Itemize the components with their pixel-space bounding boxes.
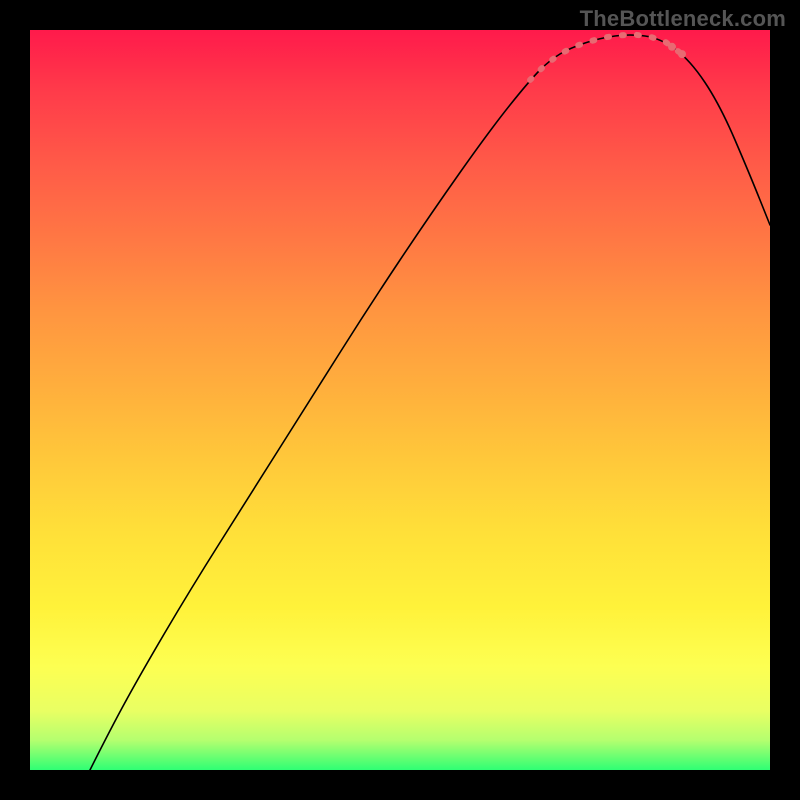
watermark-text: TheBottleneck.com [580, 6, 786, 32]
chart-svg [30, 30, 770, 770]
main-curve-line [90, 35, 770, 770]
chart-area [30, 30, 770, 770]
highlight-dotted-segment [530, 35, 680, 80]
